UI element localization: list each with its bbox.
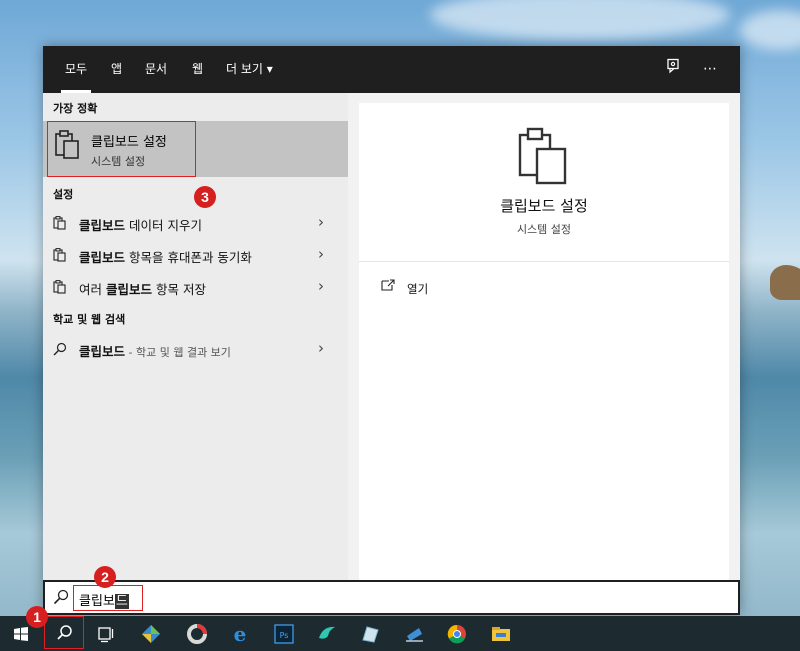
divider bbox=[359, 261, 729, 262]
highlight-box-taskbar-search bbox=[44, 616, 84, 649]
list-item-label: 클립보드 데이터 지우기 bbox=[79, 218, 202, 233]
preview-subtitle: 시스템 설정 bbox=[516, 223, 572, 236]
photoshop-icon[interactable]: Ps bbox=[271, 621, 297, 647]
search-icon bbox=[53, 589, 69, 605]
start-search-panel: 모두 앱 문서 웹 더 보기 ▾ ⋯ 가장 정확 클립보드 설정 시스템 설정 … bbox=[43, 46, 740, 614]
list-item-label: 클립보드 - 학교 및 웹 결과 보기 bbox=[79, 344, 231, 359]
settings-heading: 설정 bbox=[53, 188, 74, 201]
clipboard-icon bbox=[53, 216, 66, 230]
open-icon bbox=[381, 279, 395, 291]
list-item-label: 클립보드 항목을 휴대폰과 동기화 bbox=[79, 250, 252, 265]
app-icon[interactable] bbox=[138, 621, 164, 647]
desktop-rock bbox=[770, 265, 800, 300]
list-item[interactable]: 클립보드 데이터 지우기 › bbox=[43, 207, 348, 239]
chevron-right-icon[interactable]: › bbox=[318, 213, 324, 231]
app-icon[interactable] bbox=[184, 621, 210, 647]
search-icon bbox=[53, 342, 67, 356]
tab-apps[interactable]: 앱 bbox=[111, 46, 122, 93]
task-view-icon[interactable] bbox=[93, 621, 119, 647]
clipboard-icon bbox=[518, 127, 567, 185]
more-options-icon[interactable]: ⋯ bbox=[699, 58, 721, 80]
list-item[interactable]: 클립보드 항목을 휴대폰과 동기화 › bbox=[43, 239, 348, 271]
step-badge-3: 3 bbox=[194, 186, 216, 208]
file-explorer-icon[interactable] bbox=[488, 621, 514, 647]
tab-documents[interactable]: 문서 bbox=[145, 46, 167, 93]
preview-title: 클립보드 설정 bbox=[500, 197, 588, 215]
step-badge-2: 2 bbox=[94, 566, 116, 588]
highlight-box-best-match bbox=[47, 121, 196, 177]
filter-bar: 모두 앱 문서 웹 더 보기 ▾ ⋯ bbox=[43, 46, 740, 93]
list-item-label: 여러 클립보드 항목 저장 bbox=[79, 282, 206, 297]
clipboard-icon bbox=[53, 280, 66, 294]
clipboard-icon bbox=[53, 248, 66, 262]
highlight-box-search-text bbox=[73, 585, 143, 611]
app-icon[interactable] bbox=[357, 621, 383, 647]
chrome-icon[interactable] bbox=[444, 621, 470, 647]
web-search-heading: 학교 및 웹 검색 bbox=[53, 313, 126, 326]
chevron-right-icon[interactable]: › bbox=[318, 339, 324, 357]
app-icon[interactable] bbox=[401, 621, 427, 647]
chevron-right-icon[interactable]: › bbox=[318, 245, 324, 263]
desktop-cloud bbox=[740, 10, 800, 50]
step-badge-1: 1 bbox=[26, 606, 48, 628]
tab-more[interactable]: 더 보기 ▾ bbox=[226, 46, 273, 93]
preview-pane: 클립보드 설정 시스템 설정 열기 bbox=[359, 103, 729, 593]
search-input[interactable]: 클립보드 bbox=[43, 580, 740, 615]
feedback-icon[interactable] bbox=[663, 58, 685, 80]
tab-web[interactable]: 웹 bbox=[192, 46, 203, 93]
results-list: 가장 정확 클립보드 설정 시스템 설정 3 설정 클립보드 데이터 지우기 ›… bbox=[43, 93, 348, 614]
open-action-button[interactable]: 열기 bbox=[407, 281, 428, 297]
taskbar: e Ps bbox=[0, 616, 800, 651]
chevron-right-icon[interactable]: › bbox=[318, 277, 324, 295]
desktop-cloud bbox=[430, 0, 730, 40]
best-match-heading: 가장 정확 bbox=[53, 102, 98, 115]
list-item[interactable]: 여러 클립보드 항목 저장 › bbox=[43, 271, 348, 303]
web-search-item[interactable]: 클립보드 - 학교 및 웹 결과 보기 › bbox=[43, 333, 348, 365]
tab-all[interactable]: 모두 bbox=[60, 46, 92, 93]
app-icon[interactable] bbox=[314, 621, 340, 647]
svg-text:Ps: Ps bbox=[280, 631, 289, 640]
edge-icon[interactable]: e bbox=[227, 621, 253, 647]
svg-text:e: e bbox=[234, 622, 247, 646]
